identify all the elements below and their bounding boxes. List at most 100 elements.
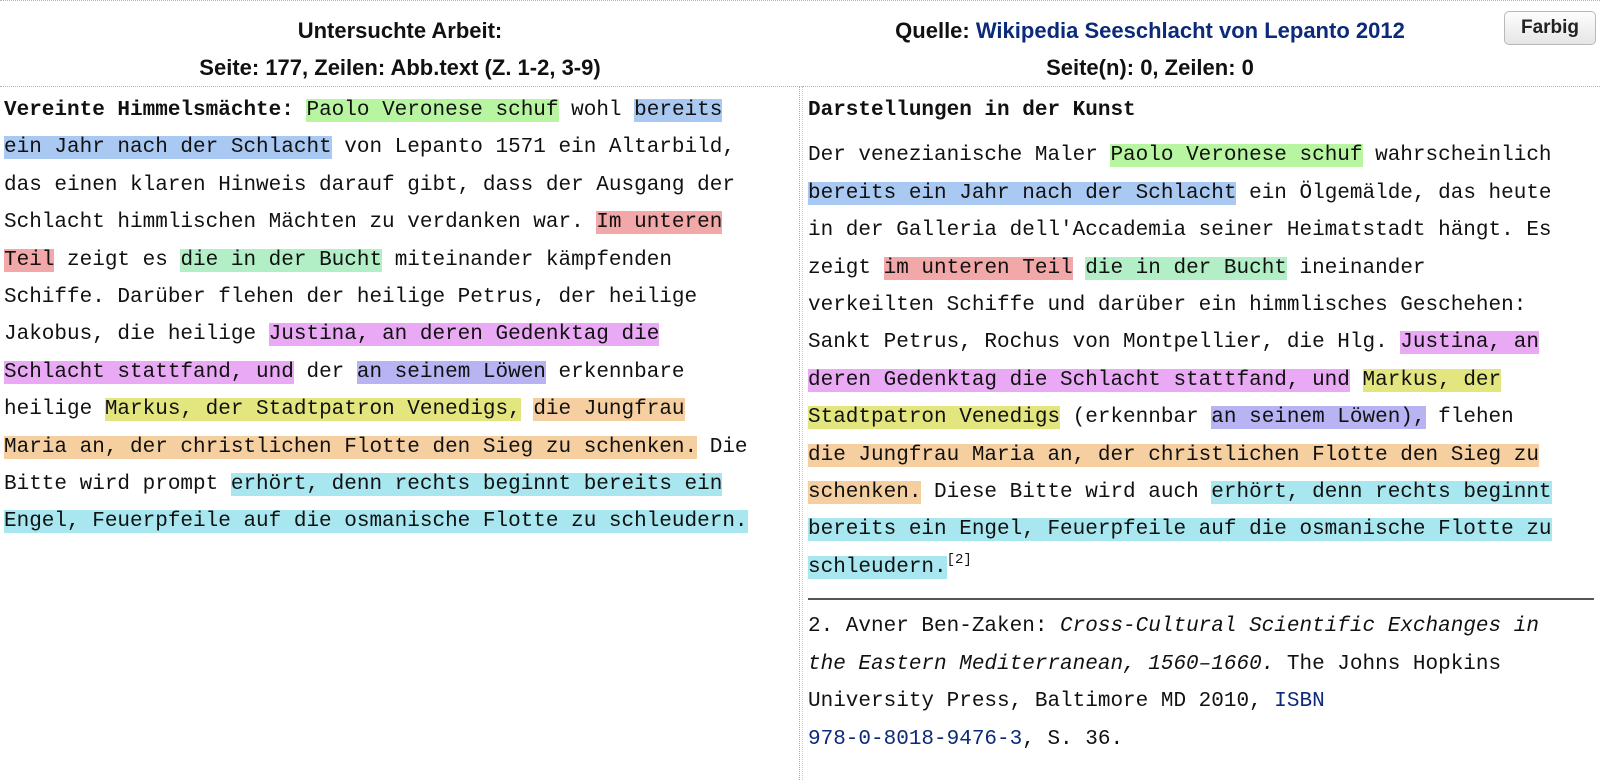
- text-segment: ein Ölgemälde, das heute: [1236, 181, 1552, 205]
- text-line: Teil zeigt es die in der Bucht miteinand…: [4, 242, 794, 279]
- source-text-pane: Darstellungen in der Kunst Der veneziani…: [808, 92, 1594, 758]
- examined-text-pane: Vereinte Himmelsmächte: Paolo Veronese s…: [4, 92, 794, 541]
- match-highlight: im unteren Teil: [883, 256, 1073, 280]
- text-segment: erkennbare: [545, 360, 685, 384]
- examined-work-pages: Seite: 177, Zeilen: Abb.text (Z. 1-2, 3-…: [199, 55, 601, 80]
- match-highlight: erhört, denn rechts beginnt bereits ein: [230, 473, 723, 497]
- match-highlight: Paolo Veronese schuf: [1110, 144, 1363, 168]
- match-highlight: an seinem Löwen: [356, 360, 546, 384]
- match-highlight: schleudern.: [808, 555, 947, 579]
- match-highlight: an seinem Löwen),: [1211, 406, 1426, 430]
- text-segment: der: [293, 360, 357, 384]
- text-segment: heilige: [4, 398, 105, 422]
- text-segment: wohl: [558, 99, 635, 122]
- match-highlight: Im unteren: [596, 211, 723, 235]
- text-line: Der venezianische Maler Paolo Veronese s…: [808, 137, 1594, 174]
- text-line: bereits ein Engel, Feuerpfeile auf die o…: [808, 511, 1594, 548]
- text-line: Schlacht himmlischen Mächten zu verdanke…: [4, 204, 794, 241]
- match-highlight: Engel, Feuerpfeile auf die osmanische Fl…: [4, 510, 748, 534]
- header-divider: [0, 86, 1600, 87]
- column-divider-inner: [802, 86, 803, 780]
- text-segment: University Press, Baltimore MD 2010,: [808, 690, 1275, 714]
- source-section-heading: Darstellungen in der Kunst: [808, 99, 1136, 122]
- farbig-button[interactable]: Farbig: [1504, 11, 1596, 45]
- text-segment: [1350, 369, 1363, 392]
- source-pages: Seite(n): 0, Zeilen: 0: [1046, 55, 1254, 80]
- text-line: Schlacht stattfand, und der an seinem Lö…: [4, 354, 794, 391]
- text-line: ein Jahr nach der Schlacht von Lepanto 1…: [4, 129, 794, 166]
- text-segment: zeigt es: [54, 248, 181, 272]
- text-segment: zeigt: [808, 256, 884, 280]
- source-title: Quelle: Wikipedia Seeschlacht von Lepant…: [800, 12, 1500, 49]
- text-segment: [294, 99, 307, 122]
- match-highlight: Schlacht stattfand, und: [4, 360, 294, 384]
- match-highlight: die in der Bucht: [1085, 256, 1287, 280]
- text-segment: Jakobus, die heilige: [4, 323, 269, 347]
- match-highlight: Markus, der: [1362, 368, 1502, 392]
- book-title: the Eastern Mediterranean, 1560–1660.: [808, 652, 1275, 676]
- text-segment: Diese Bitte wird auch: [921, 481, 1212, 505]
- match-highlight: Teil: [4, 248, 55, 272]
- footnote: 2. Avner Ben-Zaken: Cross-Cultural Scien…: [808, 608, 1594, 758]
- footnote-divider: [808, 598, 1594, 601]
- text-segment: miteinander kämpfenden: [382, 248, 672, 272]
- isbn-link[interactable]: ISBN: [1274, 690, 1324, 713]
- text-segment: (erkennbar: [1060, 406, 1212, 430]
- match-highlight: schenken.: [808, 481, 922, 505]
- text-segment: Bitte wird prompt: [4, 473, 231, 497]
- book-title: Cross-Cultural Scientific Exchanges in: [1060, 615, 1539, 639]
- text-line: Engel, Feuerpfeile auf die osmanische Fl…: [4, 503, 794, 540]
- isbn-number-link[interactable]: 978-0-8018-9476-3: [808, 728, 1022, 751]
- match-highlight: Markus, der Stadtpatron Venedigs,: [104, 398, 521, 422]
- footnote-line: 2. Avner Ben-Zaken: Cross-Cultural Scien…: [808, 608, 1594, 645]
- footnote-reference[interactable]: [2]: [947, 552, 972, 568]
- text-line: Sankt Petrus, Rochus von Montpellier, di…: [808, 324, 1594, 361]
- text-segment: , S. 36.: [1022, 727, 1124, 751]
- match-highlight: Stadtpatron Venedigs: [808, 406, 1061, 430]
- source-header: Quelle: Wikipedia Seeschlacht von Lepant…: [800, 12, 1500, 86]
- text-segment: in der Galleria dell'Accademia seiner He…: [808, 219, 1552, 243]
- text-segment: ineinander: [1286, 256, 1426, 280]
- match-highlight: bereits ein Jahr nach der Schlacht: [808, 181, 1237, 205]
- match-highlight: bereits ein Engel, Feuerpfeile auf die o…: [808, 518, 1552, 542]
- text-line: in der Galleria dell'Accademia seiner He…: [808, 212, 1594, 249]
- footnote-line: University Press, Baltimore MD 2010, ISB…: [808, 683, 1594, 720]
- text-segment: 2. Avner Ben-Zaken:: [808, 615, 1061, 639]
- text-segment: Der venezianische Maler: [808, 144, 1111, 168]
- text-segment: Schlacht himmlischen Mächten zu verdanke…: [4, 211, 597, 235]
- text-segment: wahrscheinlich: [1362, 144, 1552, 168]
- footnote-line: 978-0-8018-9476-3, S. 36.: [808, 721, 1594, 758]
- text-line: Maria an, der christlichen Flotte den Si…: [4, 429, 794, 466]
- text-segment: [1073, 257, 1086, 280]
- match-highlight: die Jungfrau Maria an, der christlichen …: [808, 443, 1539, 467]
- column-divider: [799, 86, 800, 780]
- text-line: heilige Markus, der Stadtpatron Venedigs…: [4, 391, 794, 428]
- source-link[interactable]: Wikipedia Seeschlacht von Lepanto 2012: [976, 18, 1405, 43]
- text-segment: flehen: [1425, 406, 1514, 430]
- text-segment: Sankt Petrus, Rochus von Montpellier, di…: [808, 331, 1401, 355]
- match-highlight: bereits: [634, 99, 723, 122]
- footnote-line: the Eastern Mediterranean, 1560–1660. Th…: [808, 646, 1594, 683]
- examined-work-title: Untersuchte Arbeit:: [297, 18, 503, 43]
- match-highlight: erhört, denn rechts beginnt: [1211, 481, 1552, 505]
- text-segment: Schiffe. Darüber flehen der heilige Petr…: [4, 286, 698, 310]
- text-segment: The Johns Hopkins: [1274, 652, 1502, 676]
- text-line: Vereinte Himmelsmächte: Paolo Veronese s…: [4, 92, 794, 129]
- text-segment: [521, 398, 534, 421]
- text-line: Schiffe. Darüber flehen der heilige Petr…: [4, 279, 794, 316]
- text-line: Jakobus, die heilige Justina, an deren G…: [4, 316, 794, 353]
- text-line: Bitte wird prompt erhört, denn rechts be…: [4, 466, 794, 503]
- text-segment: verkeilten Schiffe und darüber ein himml…: [808, 294, 1527, 318]
- match-highlight: Maria an, der christlichen Flotte den Si…: [4, 435, 698, 459]
- text-line: schenken. Diese Bitte wird auch erhört, …: [808, 474, 1594, 511]
- text-line: bereits ein Jahr nach der Schlacht ein Ö…: [808, 175, 1594, 212]
- match-highlight: Paolo Veronese schuf: [306, 99, 559, 122]
- match-highlight: ein Jahr nach der Schlacht: [4, 136, 332, 160]
- examined-work-header: Untersuchte Arbeit: Seite: 177, Zeilen: …: [0, 12, 800, 86]
- text-segment: Die: [697, 435, 748, 459]
- match-highlight: die Jungfrau: [533, 398, 685, 422]
- comparison-header: Untersuchte Arbeit: Seite: 177, Zeilen: …: [0, 0, 1600, 86]
- source-label: Quelle:: [895, 18, 976, 43]
- text-line: das einen klaren Hinweis darauf gibt, da…: [4, 167, 794, 204]
- text-line: schleudern.[2]: [808, 549, 1594, 586]
